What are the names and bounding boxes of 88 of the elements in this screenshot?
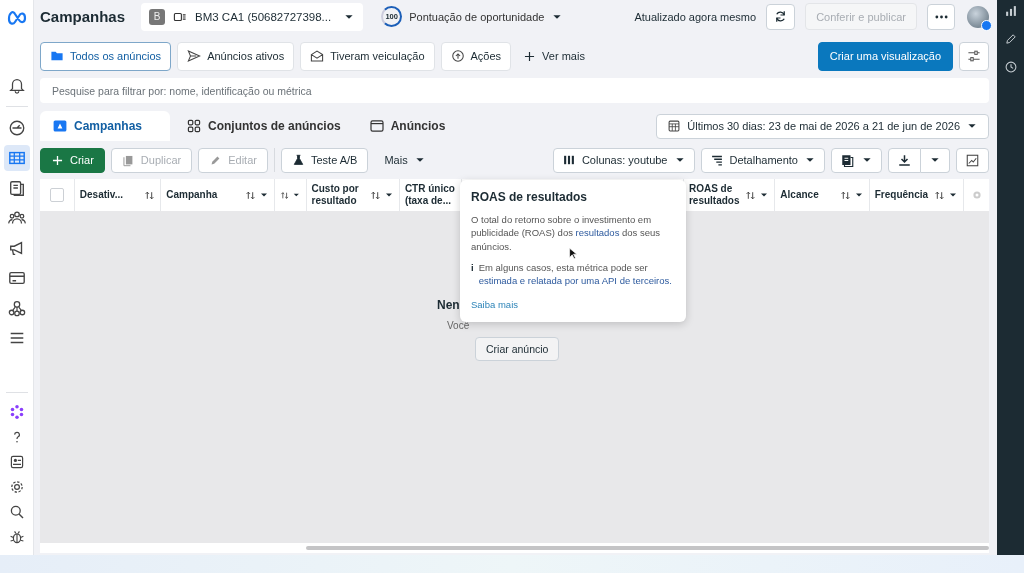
sort-icon	[839, 189, 851, 201]
scrollbar-thumb[interactable]	[306, 546, 989, 550]
download-icon	[897, 152, 912, 168]
account-name: BM3 CA1 (50682727398...	[195, 10, 332, 23]
flower-icon	[8, 403, 25, 420]
sort-icon	[745, 189, 757, 201]
gauge-icon	[7, 118, 26, 137]
calendar-icon	[667, 119, 682, 133]
facebook-badge-icon	[981, 19, 992, 31]
inline-link[interactable]: resultados	[575, 227, 620, 239]
column-label: ROAS de resultados	[688, 182, 741, 208]
window-icon	[368, 118, 385, 134]
column-label: Desativ...	[79, 188, 124, 202]
report-icon	[840, 152, 855, 168]
bug-icon	[8, 528, 25, 545]
sort-icon	[934, 189, 946, 201]
campaign-icon	[52, 118, 68, 134]
empty-title: Nen	[437, 298, 460, 312]
level-tab[interactable]: Campanhas	[40, 111, 171, 141]
export-button[interactable]	[888, 147, 921, 173]
copy-icon	[121, 153, 135, 167]
tooltip-description: O total do retorno sobre o investimento em publicidade (ROAS) dos resultados dos seus anúncios.	[471, 213, 662, 253]
empty-subtitle: Você	[447, 320, 470, 331]
avatar[interactable]	[967, 5, 989, 28]
plus-icon	[523, 49, 537, 63]
plus-icon	[51, 153, 64, 167]
more-icon	[934, 14, 948, 19]
inline-link[interactable]: estimada e relatada por uma API de terceiros.	[478, 275, 672, 287]
column-label: Alcance	[780, 188, 820, 202]
flask-icon	[291, 153, 305, 167]
column-label: CTR único (taxa de...	[404, 182, 456, 208]
info-mark: i	[471, 260, 474, 275]
settings-icon	[8, 478, 25, 495]
folder-icon	[50, 49, 64, 63]
level-tab[interactable]: Conjuntos de anúncios	[174, 111, 353, 141]
column-label: Custo por resultado	[311, 182, 360, 208]
filter-tab[interactable]: Todos os anúncios	[40, 41, 172, 71]
search-field[interactable]: Pesquise para filtrar por: nome, identificação ou métrica	[40, 78, 989, 103]
sidebar-item[interactable]	[3, 144, 30, 171]
breakdown-icon	[709, 153, 724, 167]
clock-icon	[1003, 60, 1018, 74]
id-card-icon	[8, 453, 25, 470]
opportunity-label: Pontuação de oportunidade	[409, 10, 545, 23]
pencil-icon	[1003, 32, 1018, 46]
refresh-button[interactable]	[766, 3, 796, 30]
pages-icon	[7, 178, 26, 197]
column-label: Frequência	[874, 188, 930, 202]
toolbar-button[interactable]: Criar	[40, 147, 105, 173]
update-status: Atualizado agora mesmo	[634, 10, 757, 23]
send-icon	[187, 49, 202, 63]
create-ad-button[interactable]: Criar anúncio	[475, 337, 560, 361]
tooltip-note: Em alguns casos, esta métrica pode ser estimada e relatada por uma API de terceiros.	[478, 260, 673, 288]
nodes-icon	[7, 298, 26, 317]
sort-icon	[244, 189, 256, 201]
sort-icon	[144, 189, 156, 201]
filter-settings-button[interactable]	[959, 41, 989, 71]
filter-tab[interactable]: Anúncios ativos	[177, 41, 295, 71]
column-settings-icon	[970, 189, 983, 201]
create-view-button[interactable]: Criar uma visualização	[817, 41, 953, 71]
chart-icon	[965, 152, 980, 168]
breakdown-button[interactable]: Detalhamento	[700, 147, 825, 173]
column-label: Campanha	[166, 188, 219, 202]
toolbar-button[interactable]: Teste A/B	[280, 147, 369, 173]
envelope-icon	[310, 49, 325, 63]
learn-more-link[interactable]: Saiba mais	[471, 299, 518, 311]
columns-icon	[561, 153, 576, 167]
chart-button[interactable]	[956, 147, 989, 173]
level-tab[interactable]: Anúncios	[356, 111, 458, 141]
grid-icon	[186, 118, 203, 134]
page-title: Campanhas	[40, 8, 126, 25]
see-more-button[interactable]: Ver mais	[517, 49, 591, 63]
more-menu-button[interactable]: Mais	[374, 147, 436, 173]
upload-circle-icon	[450, 49, 465, 63]
sliders-icon	[966, 48, 982, 64]
filter-tab[interactable]: Tiveram veiculação	[300, 41, 435, 71]
checkbox[interactable]	[49, 188, 64, 202]
bar-chart-icon	[1003, 4, 1018, 18]
mouse-pointer-icon	[567, 247, 580, 260]
reports-button[interactable]	[831, 147, 882, 173]
date-range-button[interactable]: Últimos 30 dias: 23 de mai de 2026 a 21 de jun de 2026	[656, 113, 989, 139]
account-selector[interactable]: B BM3 CA1 (50682727398...	[141, 2, 364, 31]
filter-tab[interactable]: Ações	[440, 41, 512, 71]
sort-icon	[369, 189, 381, 201]
account-initial: B	[149, 8, 166, 25]
tooltip-title: ROAS de resultados	[471, 190, 588, 204]
search-icon	[8, 503, 25, 520]
sort-icon	[279, 189, 289, 201]
columns-button[interactable]: Colunas: youtube	[552, 147, 695, 173]
